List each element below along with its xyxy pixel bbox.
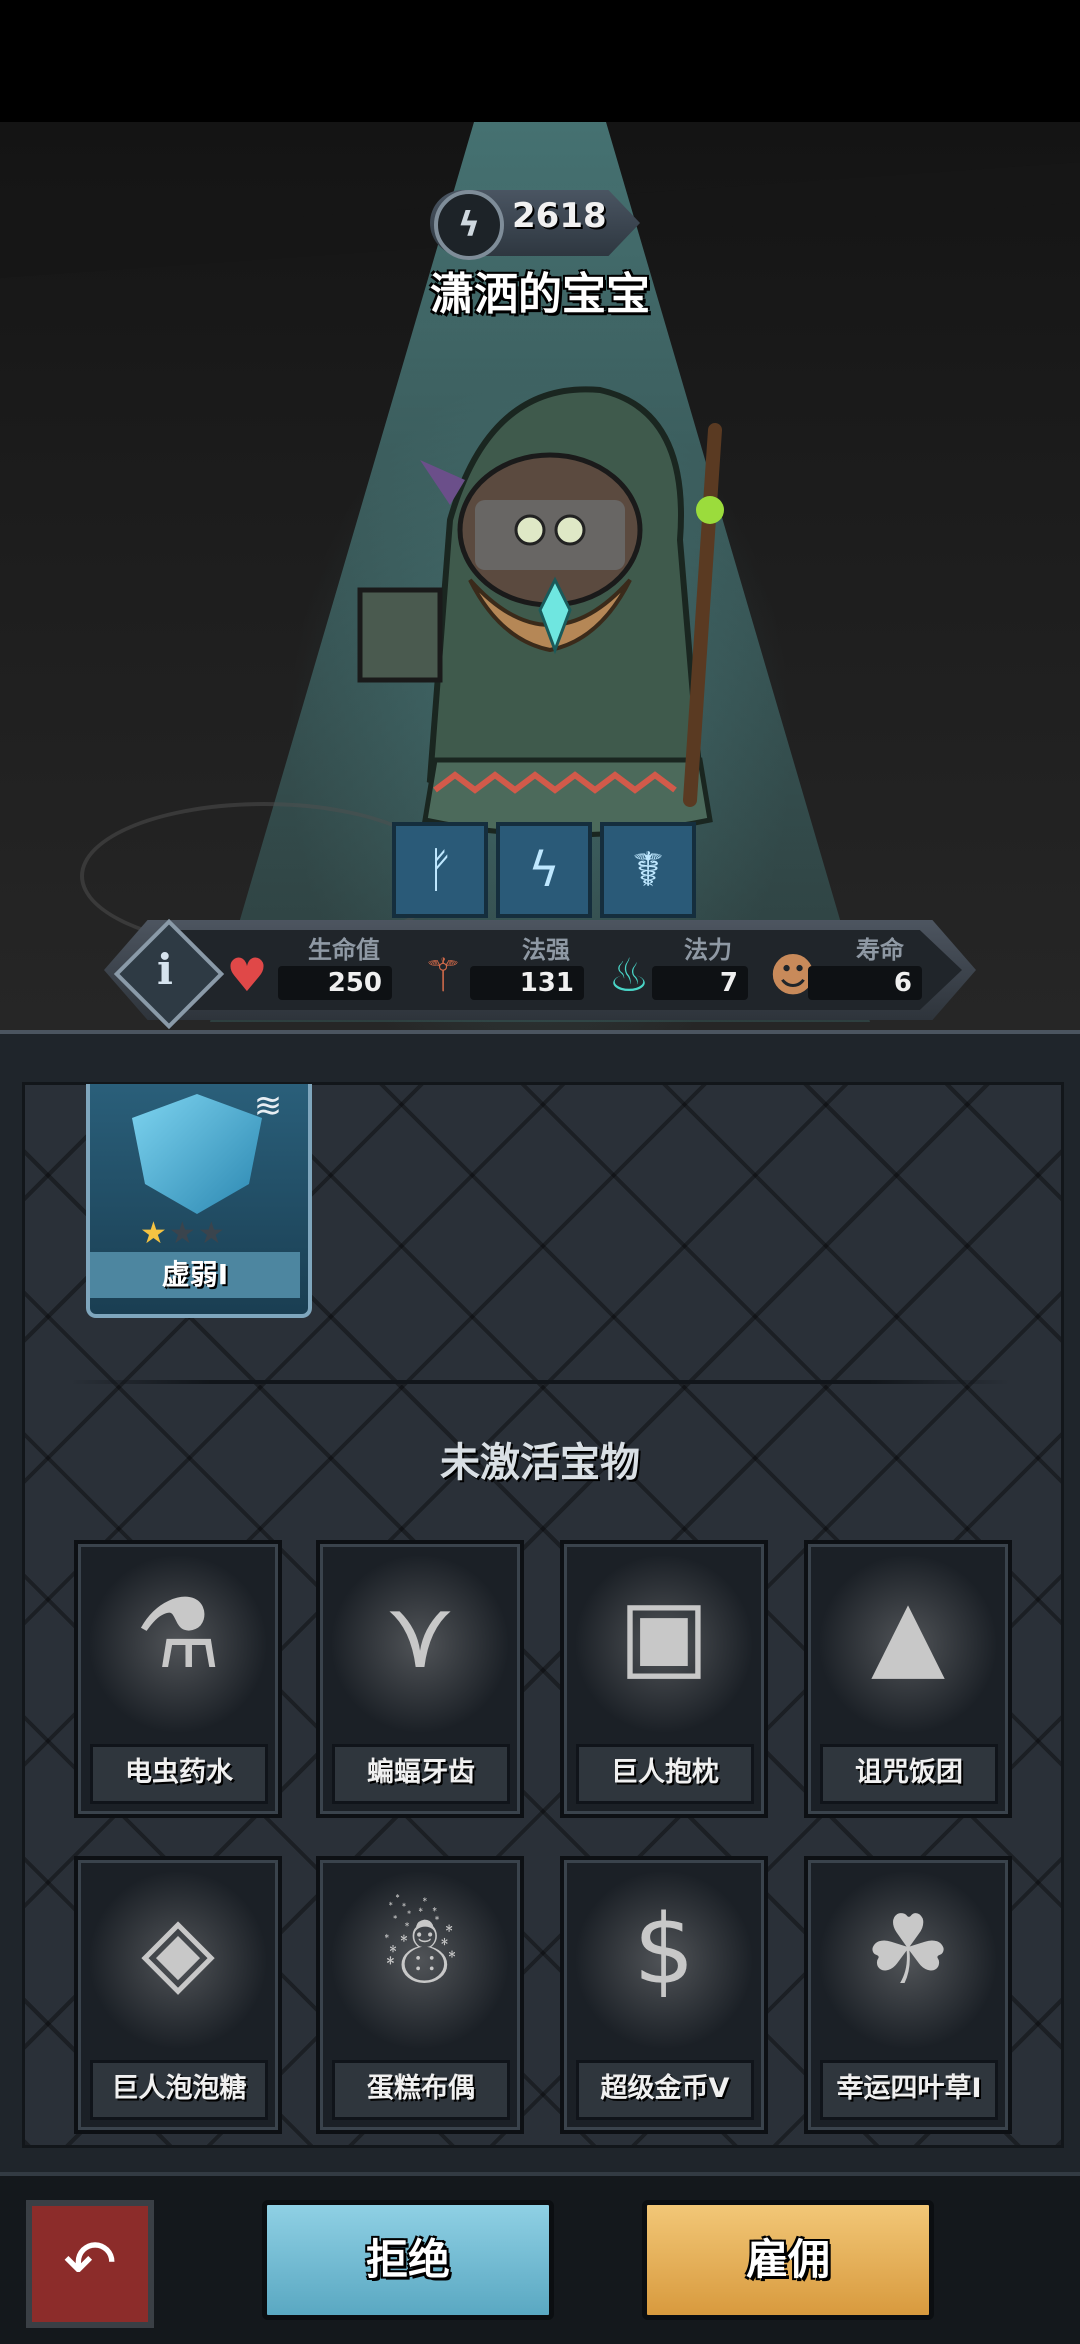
spell-power-label: 法强 [522, 936, 570, 964]
back-button[interactable]: ↶ [26, 2200, 154, 2328]
back-arrow-icon: ↶ [63, 2227, 117, 2301]
rune-lightning-icon: ϟ [528, 842, 560, 898]
slot-label: 电虫药水 [125, 1757, 233, 1788]
treasure-slot[interactable]: ☘ 幸运四叶草I [804, 1856, 1012, 2134]
lifespan-value: 6 [808, 966, 922, 1000]
power-value: 2618 [512, 196, 607, 236]
treasure-slot[interactable]: ▲ 诅咒饭团 [804, 1540, 1012, 1818]
hire-button[interactable]: 雇佣 [642, 2200, 934, 2320]
mana-flame-icon: ♨ [608, 948, 650, 1002]
skill-slot-3[interactable]: ☤ [600, 822, 696, 918]
star-empty-icon: ★ [197, 1216, 227, 1251]
info-icon: i [157, 945, 173, 994]
slot-label: 蛋糕布偶 [367, 2073, 475, 2104]
staff-icon: ⚚ [422, 948, 464, 1002]
reject-button[interactable]: 拒绝 [262, 2200, 554, 2320]
heart-icon: ♥ [226, 948, 268, 1002]
giant-bubblegum-icon: ◈ [141, 1894, 215, 2006]
status-bar-area [0, 0, 1080, 122]
treasure-slot[interactable]: ⚗ 电虫药水 [74, 1540, 282, 1818]
layers-icon: ≋ [253, 1086, 283, 1126]
lifespan-label: 寿命 [856, 936, 904, 964]
star-filled-icon: ★ [140, 1216, 169, 1251]
power-rune-icon: ϟ [434, 190, 504, 260]
slot-label: 巨人抱枕 [611, 1757, 719, 1788]
hero-wizard-illustration[interactable] [340, 380, 780, 840]
slot-label: 诅咒饭团 [855, 1757, 963, 1788]
potion-vial-icon: ⚗ [134, 1578, 222, 1690]
mana-label: 法力 [684, 936, 732, 964]
bat-teeth-icon: ⋎ [384, 1578, 456, 1690]
treasure-slot[interactable]: ☃ 蛋糕布偶 [316, 1856, 524, 2134]
star-empty-icon: ★ [168, 1216, 198, 1251]
section-title: 未激活宝物 [440, 1440, 640, 1486]
skill-slot-2[interactable]: ϟ [496, 822, 592, 918]
rune-caduceus-icon: ☤ [631, 842, 665, 898]
super-coin-icon: $ [633, 1894, 695, 2006]
cake-doll-icon: ☃ [376, 1894, 464, 2006]
card-label: 虚弱I [161, 1258, 229, 1291]
skill-slot-1[interactable]: ᚠ [392, 822, 488, 918]
giant-pillow-icon: ▣ [618, 1578, 710, 1690]
card-star-rating: ★★★ [140, 1216, 227, 1251]
section-divider [70, 1380, 1010, 1384]
slot-label: 幸运四叶草I [836, 2073, 982, 2104]
mana-value: 7 [652, 966, 748, 1000]
hp-value: 250 [278, 966, 392, 1000]
hero-name: 潇洒的宝宝 [430, 269, 650, 320]
hp-label: 生命值 [308, 936, 380, 964]
slot-label: 超级金币V [600, 2073, 730, 2104]
spell-power-value: 131 [470, 966, 584, 1000]
four-leaf-clover-icon: ☘ [864, 1894, 952, 2006]
rune-figure-icon: ᚠ [425, 842, 455, 898]
treasure-slot[interactable]: $ 超级金币V [560, 1856, 768, 2134]
treasure-slot[interactable]: ◈ 巨人泡泡糖 [74, 1856, 282, 2134]
slot-label: 蝙蝠牙齿 [367, 1757, 475, 1788]
treasure-slot[interactable]: ⋎ 蝙蝠牙齿 [316, 1540, 524, 1818]
cursed-riceball-icon: ▲ [871, 1578, 945, 1690]
slot-label: 巨人泡泡糖 [111, 2073, 247, 2104]
treasure-slot[interactable]: ▣ 巨人抱枕 [560, 1540, 768, 1818]
